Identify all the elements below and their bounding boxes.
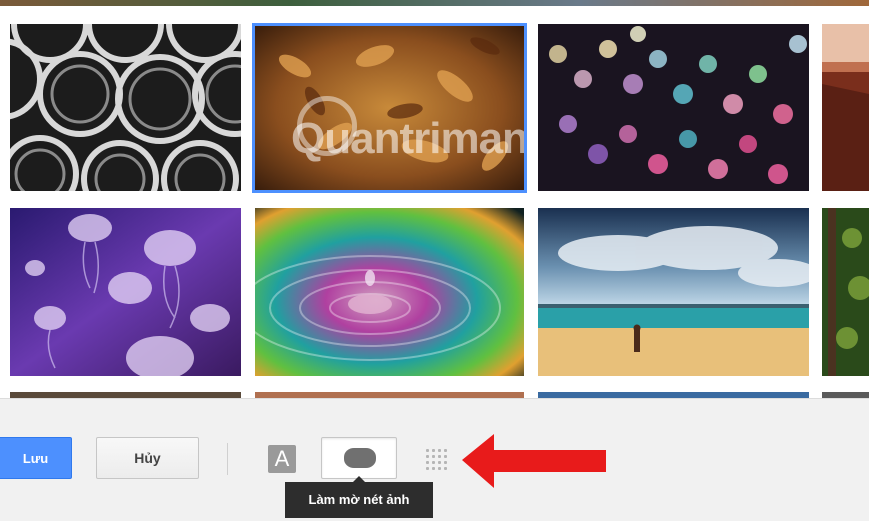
cancel-button[interactable]: Hủy (96, 437, 199, 479)
jellyfish-image (10, 208, 241, 376)
bokeh-lights-image (538, 24, 809, 191)
tile-red-canyon[interactable] (822, 24, 869, 191)
vignette-icon (344, 448, 376, 468)
beach-image (538, 208, 809, 376)
autumn-leaves-image (255, 26, 524, 190)
tile-pipes[interactable] (10, 24, 241, 191)
tile-bokeh-lights[interactable] (538, 24, 809, 191)
toolbar-divider (227, 443, 228, 475)
dot-grid-icon[interactable] (424, 447, 450, 471)
tile-water-drop[interactable] (255, 208, 524, 376)
blur-edges-button[interactable] (321, 437, 397, 479)
blur-tooltip: Làm mờ nét ảnh (285, 476, 433, 518)
tile-beach[interactable] (538, 208, 809, 376)
tile-autumn-leaves[interactable]: Quantrimang (255, 26, 524, 190)
watermark-text: Quantrimang (291, 114, 524, 163)
forest-image (822, 208, 869, 376)
wallpaper-gallery: Quantrimang (0, 6, 869, 398)
save-button[interactable]: Lưu (0, 437, 72, 479)
red-arrow-icon (462, 434, 606, 488)
water-drop-image (255, 208, 524, 376)
tile-jellyfish[interactable] (10, 208, 241, 376)
text-a-icon[interactable]: A (268, 445, 296, 473)
pipes-image (10, 24, 241, 191)
tile-forest[interactable] (822, 208, 869, 376)
red-canyon-image (822, 24, 869, 191)
